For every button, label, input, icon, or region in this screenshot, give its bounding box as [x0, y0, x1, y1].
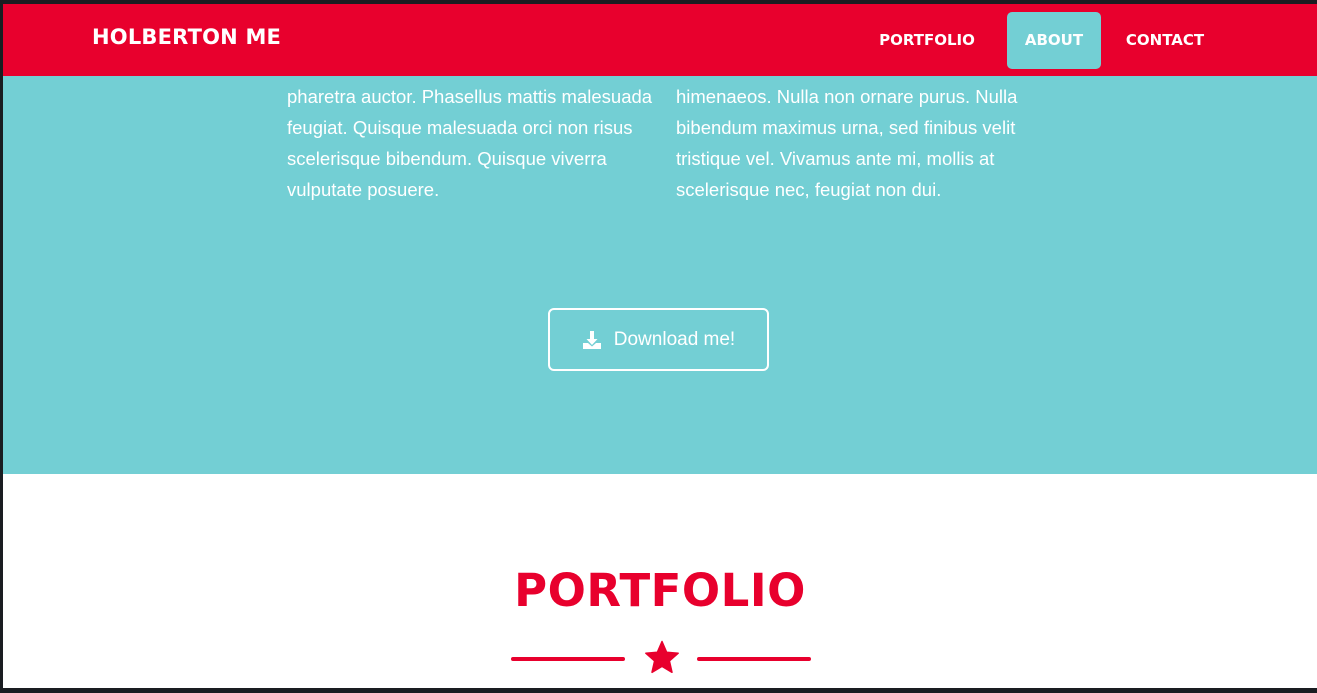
- download-icon: [582, 330, 602, 350]
- page-frame: adipiscing elit. Nam blandit turpis iacu…: [3, 4, 1317, 688]
- star-icon: [644, 640, 680, 676]
- divider-line-left: [511, 657, 625, 661]
- nav-item-about[interactable]: ABOUT: [1007, 12, 1101, 69]
- portfolio-divider: [511, 640, 811, 676]
- download-button-label: Download me!: [613, 328, 736, 350]
- download-button[interactable]: Download me!: [548, 308, 769, 371]
- portfolio-title: PORTFOLIO: [514, 564, 806, 617]
- divider-line-right: [697, 657, 811, 661]
- navbar: HOLBERTON ME PORTFOLIO ABOUT CONTACT: [3, 4, 1317, 76]
- nav-item-contact[interactable]: CONTACT: [1115, 12, 1215, 69]
- nav-menu: PORTFOLIO ABOUT CONTACT: [3, 12, 1317, 69]
- nav-item-portfolio[interactable]: PORTFOLIO: [867, 12, 987, 69]
